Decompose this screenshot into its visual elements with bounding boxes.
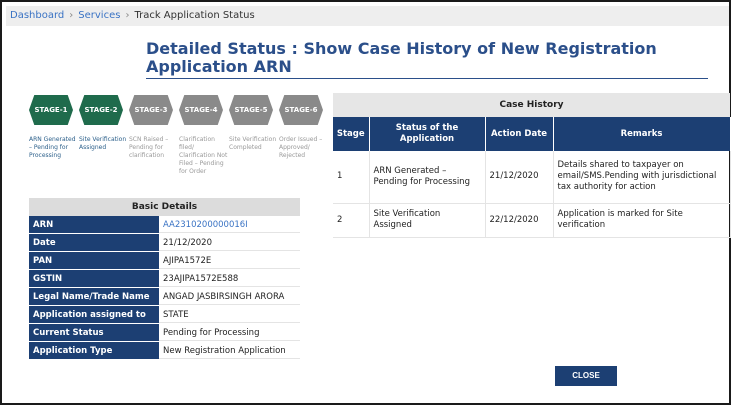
detail-value: ANGAD JASBIRSINGH ARORA (159, 288, 300, 305)
stage-6-badge: STAGE-6 (279, 95, 323, 125)
close-button[interactable]: CLOSE (555, 366, 617, 386)
case-history-header: Case History (333, 93, 730, 117)
case-history-table: Stage Status of the Application Action D… (333, 117, 731, 238)
stage-1-description: ARN Generated – Pending for Processing (29, 136, 76, 159)
detail-value: STATE (159, 306, 300, 323)
case-history-body: 1 ARN Generated – Pending for Processing 2… (333, 151, 731, 238)
basic-details-row: Application assigned to STATE (29, 306, 300, 324)
title-divider (146, 78, 708, 79)
column-header-remarks: Remarks (553, 117, 731, 151)
stage-label: STAGE-4 (184, 106, 218, 114)
arn-link[interactable]: AA2310200000016I (159, 216, 300, 233)
stage-cell: 1 (333, 151, 370, 204)
case-history-header-row: Stage Status of the Application Action D… (333, 117, 731, 151)
stage-1-badge: STAGE-1 (29, 95, 73, 125)
detail-label: Date (29, 234, 159, 251)
breadcrumb-services-link[interactable]: Services (78, 10, 120, 21)
basic-details-row: ARN AA2310200000016I (29, 216, 300, 234)
basic-details-row: Legal Name/Trade Name ANGAD JASBIRSINGH A… (29, 288, 300, 306)
basic-details-header: Basic Details (29, 198, 300, 216)
breadcrumb-separator: › (69, 10, 74, 21)
stage-2-description: Site Verification Assigned (79, 136, 127, 151)
remarks-cell: Details shared to taxpayer on email/SMS.… (553, 151, 731, 204)
breadcrumb-separator: › (125, 10, 130, 21)
stage-3-description: SCN Raised – Pending for clarification (129, 136, 169, 159)
detail-label: Current Status (29, 324, 159, 341)
stage-4-description: Clarification filed/ Clarification Not F… (179, 136, 228, 175)
detail-value: 21/12/2020 (159, 234, 300, 251)
stage-5-badge: STAGE-5 (229, 95, 273, 125)
detail-label: PAN (29, 252, 159, 269)
stage-label: STAGE-5 (234, 106, 268, 114)
detail-value: Pending for Processing (159, 324, 300, 341)
status-cell: ARN Generated – Pending for Processing (369, 151, 486, 204)
dialog-frame: Dashboard › Services › Track Application Sta… (0, 0, 731, 405)
detail-label: ARN (29, 216, 159, 233)
case-history-panel: Case History Stage Status of the Applica… (333, 93, 731, 238)
column-header-status: Status of the Application (369, 117, 486, 151)
column-header-action-date: Action Date (485, 117, 554, 151)
page-title: Detailed Status : Show Case History of N… (146, 39, 657, 76)
status-cell: Site Verification Assigned (369, 203, 486, 238)
basic-details-rows: ARN AA2310200000016I Date 21/12/2020 PAN AJIP… (29, 216, 300, 360)
basic-details-row: Current Status Pending for Processing (29, 324, 300, 342)
remarks-cell: Application is marked for Site verificat… (553, 203, 731, 238)
basic-details-panel: Basic Details ARN AA2310200000016I Date 21/… (29, 198, 300, 360)
detail-label: Legal Name/Trade Name (29, 288, 159, 305)
detail-value: New Registration Application (159, 342, 300, 359)
basic-details-row: Application Type New Registration Applica… (29, 342, 300, 360)
stage-6-description: Order Issued – Approved/ Rejected (279, 136, 323, 159)
stage-cell: 2 (333, 203, 370, 238)
stage-label: STAGE-6 (284, 106, 318, 114)
basic-details-row: PAN AJIPA1572E (29, 252, 300, 270)
detail-label: GSTIN (29, 270, 159, 287)
table-row: 1 ARN Generated – Pending for Processing 2… (333, 151, 731, 204)
stage-label: STAGE-1 (34, 106, 68, 114)
breadcrumb-current: Track Application Status (134, 10, 255, 21)
detail-label: Application assigned to (29, 306, 159, 323)
stage-label: STAGE-3 (134, 106, 168, 114)
detail-value: 23AJIPA1572E588 (159, 270, 300, 287)
table-row: 2 Site Verification Assigned 22/12/2020 App… (333, 203, 731, 238)
stage-label: STAGE-2 (84, 106, 118, 114)
breadcrumb-dashboard-link[interactable]: Dashboard (10, 10, 64, 21)
stage-5-description: Site Verification Completed (229, 136, 277, 151)
basic-details-row: GSTIN 23AJIPA1572E588 (29, 270, 300, 288)
detail-label: Application Type (29, 342, 159, 359)
detail-value: AJIPA1572E (159, 252, 300, 269)
action-date-cell: 21/12/2020 (485, 151, 554, 204)
column-header-stage: Stage (333, 117, 370, 151)
basic-details-row: Date 21/12/2020 (29, 234, 300, 252)
action-date-cell: 22/12/2020 (485, 203, 554, 238)
stage-3-badge: STAGE-3 (129, 95, 173, 125)
breadcrumb: Dashboard › Services › Track Application Sta… (6, 6, 729, 26)
stage-2-badge: STAGE-2 (79, 95, 123, 125)
stage-4-badge: STAGE-4 (179, 95, 223, 125)
